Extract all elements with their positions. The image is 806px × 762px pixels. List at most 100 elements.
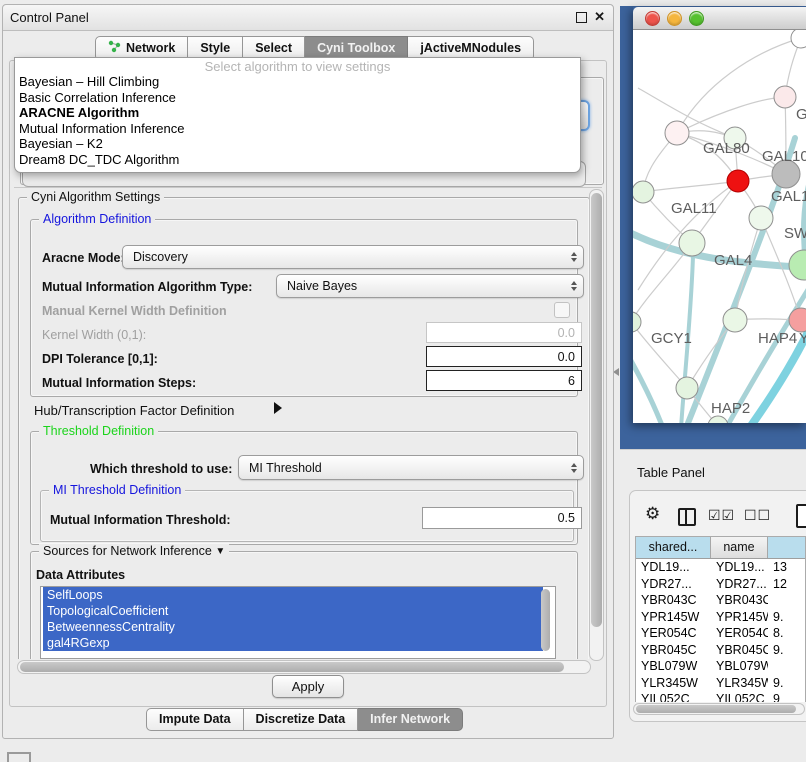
list-scrollbar[interactable] [540,588,551,654]
network-node-y[interactable] [789,308,806,332]
column-header-name[interactable]: name [711,537,768,558]
column-header-shared[interactable]: shared... [636,537,711,558]
application-root: GALGAL80GAL10GAL1GAL11SWI4GAL4GCY1HAP4YH… [0,0,806,762]
data-attributes-list[interactable]: SelfLoopsTopologicalCoefficientBetweenne… [40,586,556,659]
column-layout-icon[interactable] [678,508,696,526]
mi-steps-label: Mutual Information Steps: [42,376,196,390]
table-row[interactable]: YDR27...YDR27...12 [636,576,805,593]
section-divider [14,187,602,188]
table-horizontal-scrollbar[interactable] [633,703,805,715]
bottom-tab-infer-network-label: Infer Network [370,712,450,726]
table-row[interactable]: YLR345WYLR345W9. [636,675,805,692]
table-row[interactable]: YIL052CYIL052C9 [636,691,805,702]
which-threshold-combobox[interactable]: MI Threshold [238,455,584,480]
table-cell: YDR27... [636,576,711,593]
table-row[interactable]: YBR043CYBR043C [636,592,805,609]
algorithm-dropdown-list[interactable]: Select algorithm to view settings Bayesi… [14,57,581,173]
hub-expand-arrow-icon[interactable] [274,402,282,414]
network-node-gal4[interactable] [679,230,705,256]
node-attribute-table[interactable]: shared...nameYDL19...YDL19...13YDR27...Y… [635,536,806,702]
tab-cyni-toolbox-label: Cyni Toolbox [317,41,395,55]
mi-threshold-label: Mutual Information Threshold: [50,513,231,527]
table-cell: 9 [768,691,806,702]
algorithm-option-bayesian-hill-climbing[interactable]: Bayesian – Hill Climbing [15,74,580,90]
mi-type-value: Naive Bayes [277,279,565,293]
network-node-hap4[interactable] [723,308,747,332]
bottom-tab-discretize-data[interactable]: Discretize Data [244,708,359,731]
table-row[interactable]: YBL079WYBL079W [636,658,805,675]
settings-vertical-scrollbar[interactable] [589,189,604,661]
column-header-2[interactable] [768,537,806,558]
network-node-gal1[interactable] [727,170,749,192]
algorithm-option-aracne-algorithm[interactable]: ARACNE Algorithm [15,105,580,121]
table-cell: YDL19... [636,559,711,576]
table-row[interactable]: YBR045CYBR045C9. [636,642,805,659]
apply-button[interactable]: Apply [272,675,344,698]
dpi-tolerance-field[interactable]: 0.0 [426,346,582,367]
bottom-tab-infer-network[interactable]: Infer Network [358,708,463,731]
table-hscroll-thumb[interactable] [636,705,796,713]
close-traffic-button[interactable] [645,11,660,26]
float-window-icon[interactable] [576,12,587,23]
algorithm-option-dream8-dc-tdc-algorithm[interactable]: Dream8 DC_TDC Algorithm [15,152,580,168]
network-node-gal80[interactable] [665,121,689,145]
attribute-item-gal4rgexp[interactable]: gal4RGexp [43,635,543,651]
mi-threshold-field[interactable]: 0.5 [422,507,582,529]
table-header-row: shared...name [636,537,805,559]
settings-vscroll-thumb[interactable] [591,193,602,627]
column-layout-divider [685,510,687,524]
new-table-icon[interactable] [796,504,806,528]
mi-steps-field[interactable]: 6 [426,370,582,391]
control-panel-title: Control Panel [10,10,89,25]
list-scroll-thumb[interactable] [541,589,550,651]
algorithm-option-bayesian-k2[interactable]: Bayesian – K2 [15,136,580,152]
deselect-all-boxes-icon[interactable]: ☐☐ [744,507,771,524]
table-cell: YPR145W [711,609,768,626]
network-node-hap2[interactable] [676,377,698,399]
node-label-gal10: GAL10 [762,148,806,165]
network-node[interactable] [791,30,806,48]
minimize-traffic-button[interactable] [667,11,682,26]
kernel-width-field[interactable]: 0.0 [426,322,582,343]
settings-hscroll-thumb[interactable] [20,662,564,672]
table-row[interactable]: YDL19...YDL19...13 [636,559,805,576]
network-window-titlebar[interactable] [633,7,806,30]
attribute-item-selfloops[interactable]: SelfLoops [43,587,543,603]
table-cell: 9. [768,609,806,626]
table-cell: YIL052C [711,691,768,702]
settings-scroll-pane: Cyni Algorithm Settings Algorithm Defini… [16,189,589,659]
data-attributes-label: Data Attributes [36,568,125,582]
which-threshold-value: MI Threshold [239,461,565,475]
table-cell: YLR345W [636,675,711,692]
network-node[interactable] [789,250,806,280]
network-canvas[interactable]: GALGAL80GAL10GAL1GAL11SWI4GAL4GCY1HAP4YH… [633,30,806,423]
sources-collapse-arrow-icon[interactable]: ▼ [215,546,225,557]
attribute-item-topologicalcoefficient[interactable]: TopologicalCoefficient [43,603,543,619]
zoom-traffic-button[interactable] [689,11,704,26]
settings-horizontal-scrollbar[interactable] [17,660,591,674]
node-label-hap4: HAP4 [758,330,797,347]
settings-gear-icon[interactable]: ⚙ [645,504,660,524]
which-threshold-label: Which threshold to use: [90,462,232,476]
table-row[interactable]: YER054CYER054C8. [636,625,805,642]
network-node-swi4[interactable] [749,206,773,230]
algorithm-option-basic-correlation-inference[interactable]: Basic Correlation Inference [15,90,580,106]
select-all-checks-icon[interactable]: ☑☑ [708,507,735,524]
table-row[interactable]: YPR145WYPR145W9. [636,609,805,626]
close-icon[interactable]: ✕ [594,9,605,25]
manual-kernel-checkbox[interactable] [554,302,570,318]
network-node-gcy1[interactable] [633,312,641,332]
algorithm-option-mutual-information-inference[interactable]: Mutual Information Inference [15,121,580,137]
aracne-mode-combobox[interactable]: Discovery [122,245,584,269]
bottom-tab-impute-data[interactable]: Impute Data [146,708,244,731]
network-node-gal11[interactable] [633,181,654,203]
mi-type-label: Mutual Information Algorithm Type: [42,280,252,294]
attribute-item-betweennesscentrality[interactable]: BetweennessCentrality [43,619,543,635]
control-panel-titlebar[interactable]: Control Panel ✕ [3,5,613,31]
table-cell [768,592,806,609]
node-label-gal11: GAL11 [671,200,717,217]
table-cell: YER054C [636,625,711,642]
minimized-panel-icon[interactable] [7,752,31,762]
mi-type-combobox[interactable]: Naive Bayes [276,274,584,298]
network-node-gal[interactable] [774,86,796,108]
